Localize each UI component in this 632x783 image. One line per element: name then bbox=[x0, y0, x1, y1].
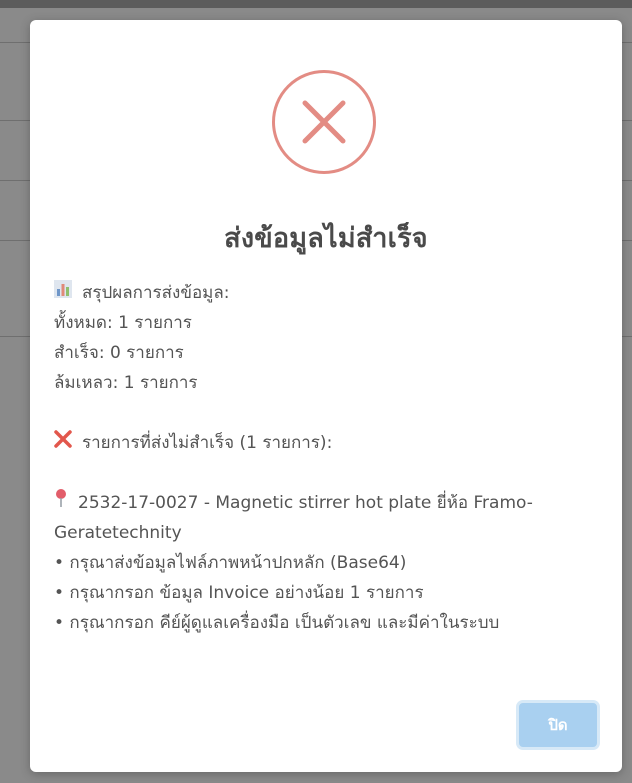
summary-heading-row: สรุปผลการส่งข้อมูล: bbox=[54, 278, 602, 308]
summary-failed: ล้มเหลว: 1 รายการ bbox=[54, 373, 198, 393]
bar-chart-icon bbox=[54, 278, 72, 308]
summary-total: ทั้งหมด: 1 รายการ bbox=[54, 313, 192, 333]
summary-heading: สรุปผลการส่งข้อมูล: bbox=[82, 283, 230, 303]
failed-item-title: 2532-17-0027 - Magnetic stirrer hot plat… bbox=[54, 493, 533, 543]
error-message: • กรุณากรอก คีย์ผู้ดูแลเครื่องมือ เป็นตั… bbox=[54, 613, 500, 633]
error-x-icon bbox=[272, 70, 376, 174]
red-x-icon bbox=[54, 428, 72, 458]
failed-heading-row: รายการที่ส่งไม่สำเร็จ (1 รายการ): bbox=[54, 428, 602, 458]
failed-item: 2532-17-0027 - Magnetic stirrer hot plat… bbox=[54, 488, 602, 548]
close-button[interactable]: ปิด bbox=[516, 700, 600, 750]
summary-success: สำเร็จ: 0 รายการ bbox=[54, 343, 184, 363]
failed-heading: รายการที่ส่งไม่สำเร็จ (1 รายการ): bbox=[82, 433, 333, 453]
error-message: • กรุณากรอก ข้อมูล Invoice อย่างน้อย 1 ร… bbox=[54, 583, 424, 603]
dialog-title: ส่งข้อมูลไม่สำเร็จ bbox=[224, 223, 428, 254]
pin-icon bbox=[54, 488, 68, 518]
error-dialog: ส่งข้อมูลไม่สำเร็จ สรุปผลการส่งข้อมูล: ท… bbox=[30, 20, 622, 772]
background-topbar bbox=[0, 0, 632, 8]
error-message: • กรุณาส่งข้อมูลไฟล์ภาพหน้าปกหลัก (Base6… bbox=[54, 553, 407, 573]
dialog-content: สรุปผลการส่งข้อมูล: ทั้งหมด: 1 รายการ สำ… bbox=[54, 278, 602, 638]
